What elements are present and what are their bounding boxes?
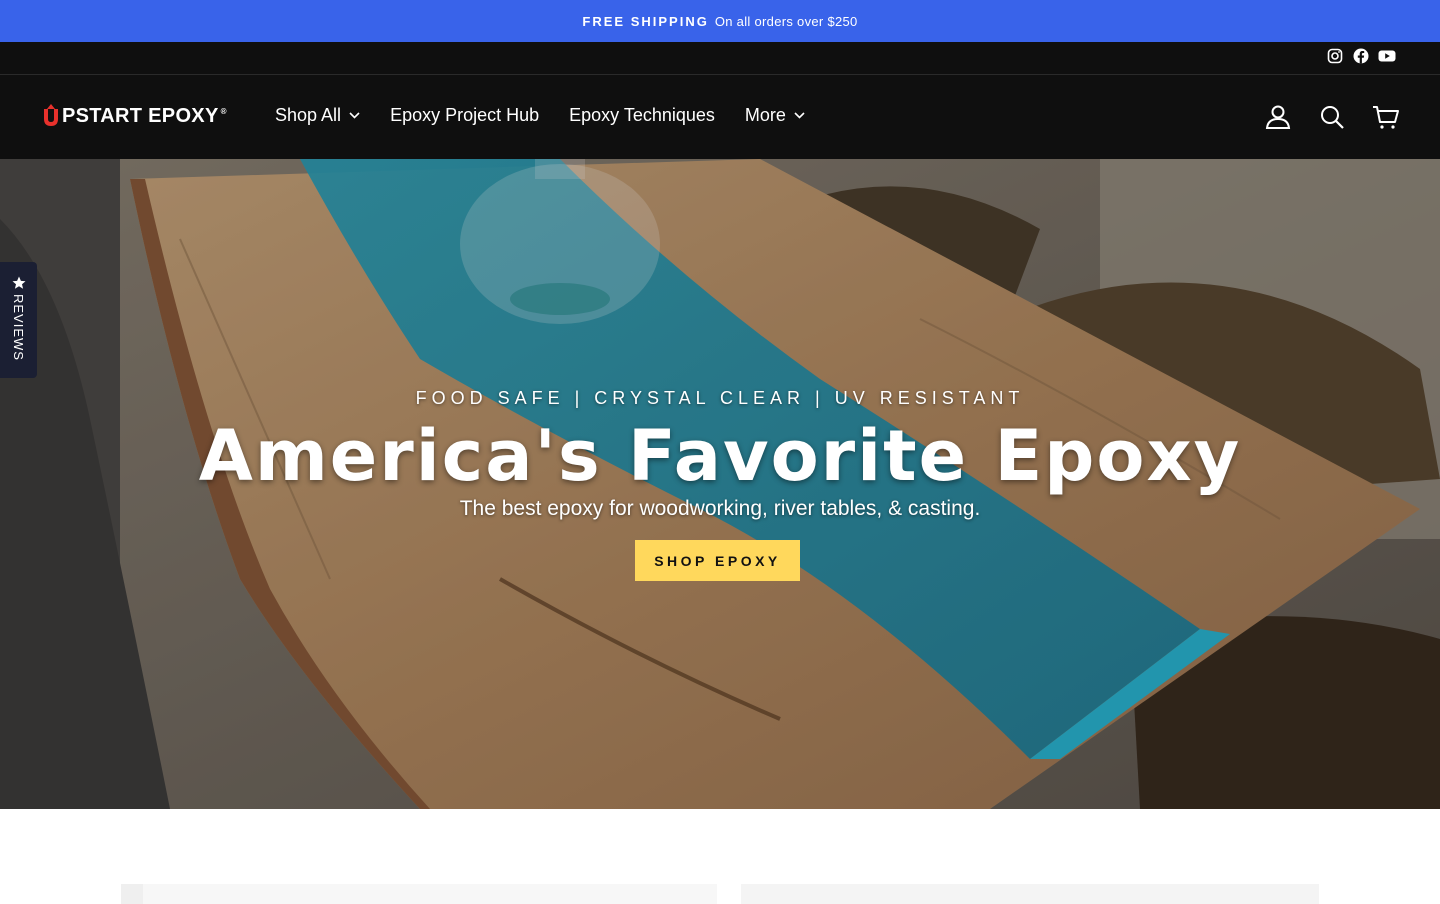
logo-registered-mark: ® <box>220 106 227 116</box>
site-header: PSTART EPOXY ® Shop All Epoxy Project Hu… <box>0 75 1440 159</box>
chevron-down-icon <box>349 112 360 119</box>
content-card-left <box>121 884 717 904</box>
hero-subhead: The best epoxy for woodworking, river ta… <box>459 497 981 520</box>
chevron-down-icon <box>794 112 805 119</box>
search-icon[interactable] <box>1318 103 1346 131</box>
reviews-tab-label: REVIEWS <box>11 294 26 361</box>
social-icons <box>1326 47 1396 65</box>
announcement-text: On all orders over $250 <box>714 13 858 29</box>
social-bar <box>0 42 1440 75</box>
shop-epoxy-button[interactable]: SHOP EPOXY <box>635 540 800 581</box>
nav-item-shop-all[interactable]: Shop All <box>275 105 360 126</box>
account-icon[interactable] <box>1264 103 1292 131</box>
hero-content: FOOD SAFE | CRYSTAL CLEAR | UV RESISTANT… <box>0 159 1440 809</box>
instagram-icon[interactable] <box>1326 47 1344 65</box>
main-nav: Shop All Epoxy Project Hub Epoxy Techniq… <box>275 105 805 126</box>
facebook-icon[interactable] <box>1352 47 1370 65</box>
star-icon <box>12 276 25 289</box>
nav-item-label: Shop All <box>275 105 342 125</box>
cart-icon[interactable] <box>1372 103 1400 131</box>
announcement-bar: FREE SHIPPING On all orders over $250 <box>0 0 1440 42</box>
nav-item-label: Epoxy Project Hub <box>390 105 540 125</box>
nav-item-epoxy-project-hub[interactable]: Epoxy Project Hub <box>390 105 539 126</box>
hero-headline: America's Favorite Epoxy <box>198 415 1242 497</box>
hero-banner: FOOD SAFE | CRYSTAL CLEAR | UV RESISTANT… <box>0 159 1440 809</box>
announcement-bold-text: FREE SHIPPING <box>582 13 709 29</box>
logo[interactable]: PSTART EPOXY ® <box>42 104 227 128</box>
nav-item-label: Epoxy Techniques <box>569 105 715 125</box>
content-card-left-edge <box>121 884 143 904</box>
logo-text: PSTART EPOXY <box>62 104 219 127</box>
logo-mark-icon <box>44 104 58 126</box>
content-card-right <box>741 884 1319 904</box>
header-icons <box>1264 103 1400 131</box>
youtube-icon[interactable] <box>1378 47 1396 65</box>
hero-tagline: FOOD SAFE | CRYSTAL CLEAR | UV RESISTANT <box>415 388 1025 408</box>
reviews-tab[interactable]: REVIEWS <box>0 262 37 378</box>
nav-item-label: More <box>744 105 786 125</box>
nav-item-epoxy-techniques[interactable]: Epoxy Techniques <box>569 105 715 126</box>
content-section <box>0 809 1440 904</box>
nav-item-more[interactable]: More <box>745 105 805 126</box>
